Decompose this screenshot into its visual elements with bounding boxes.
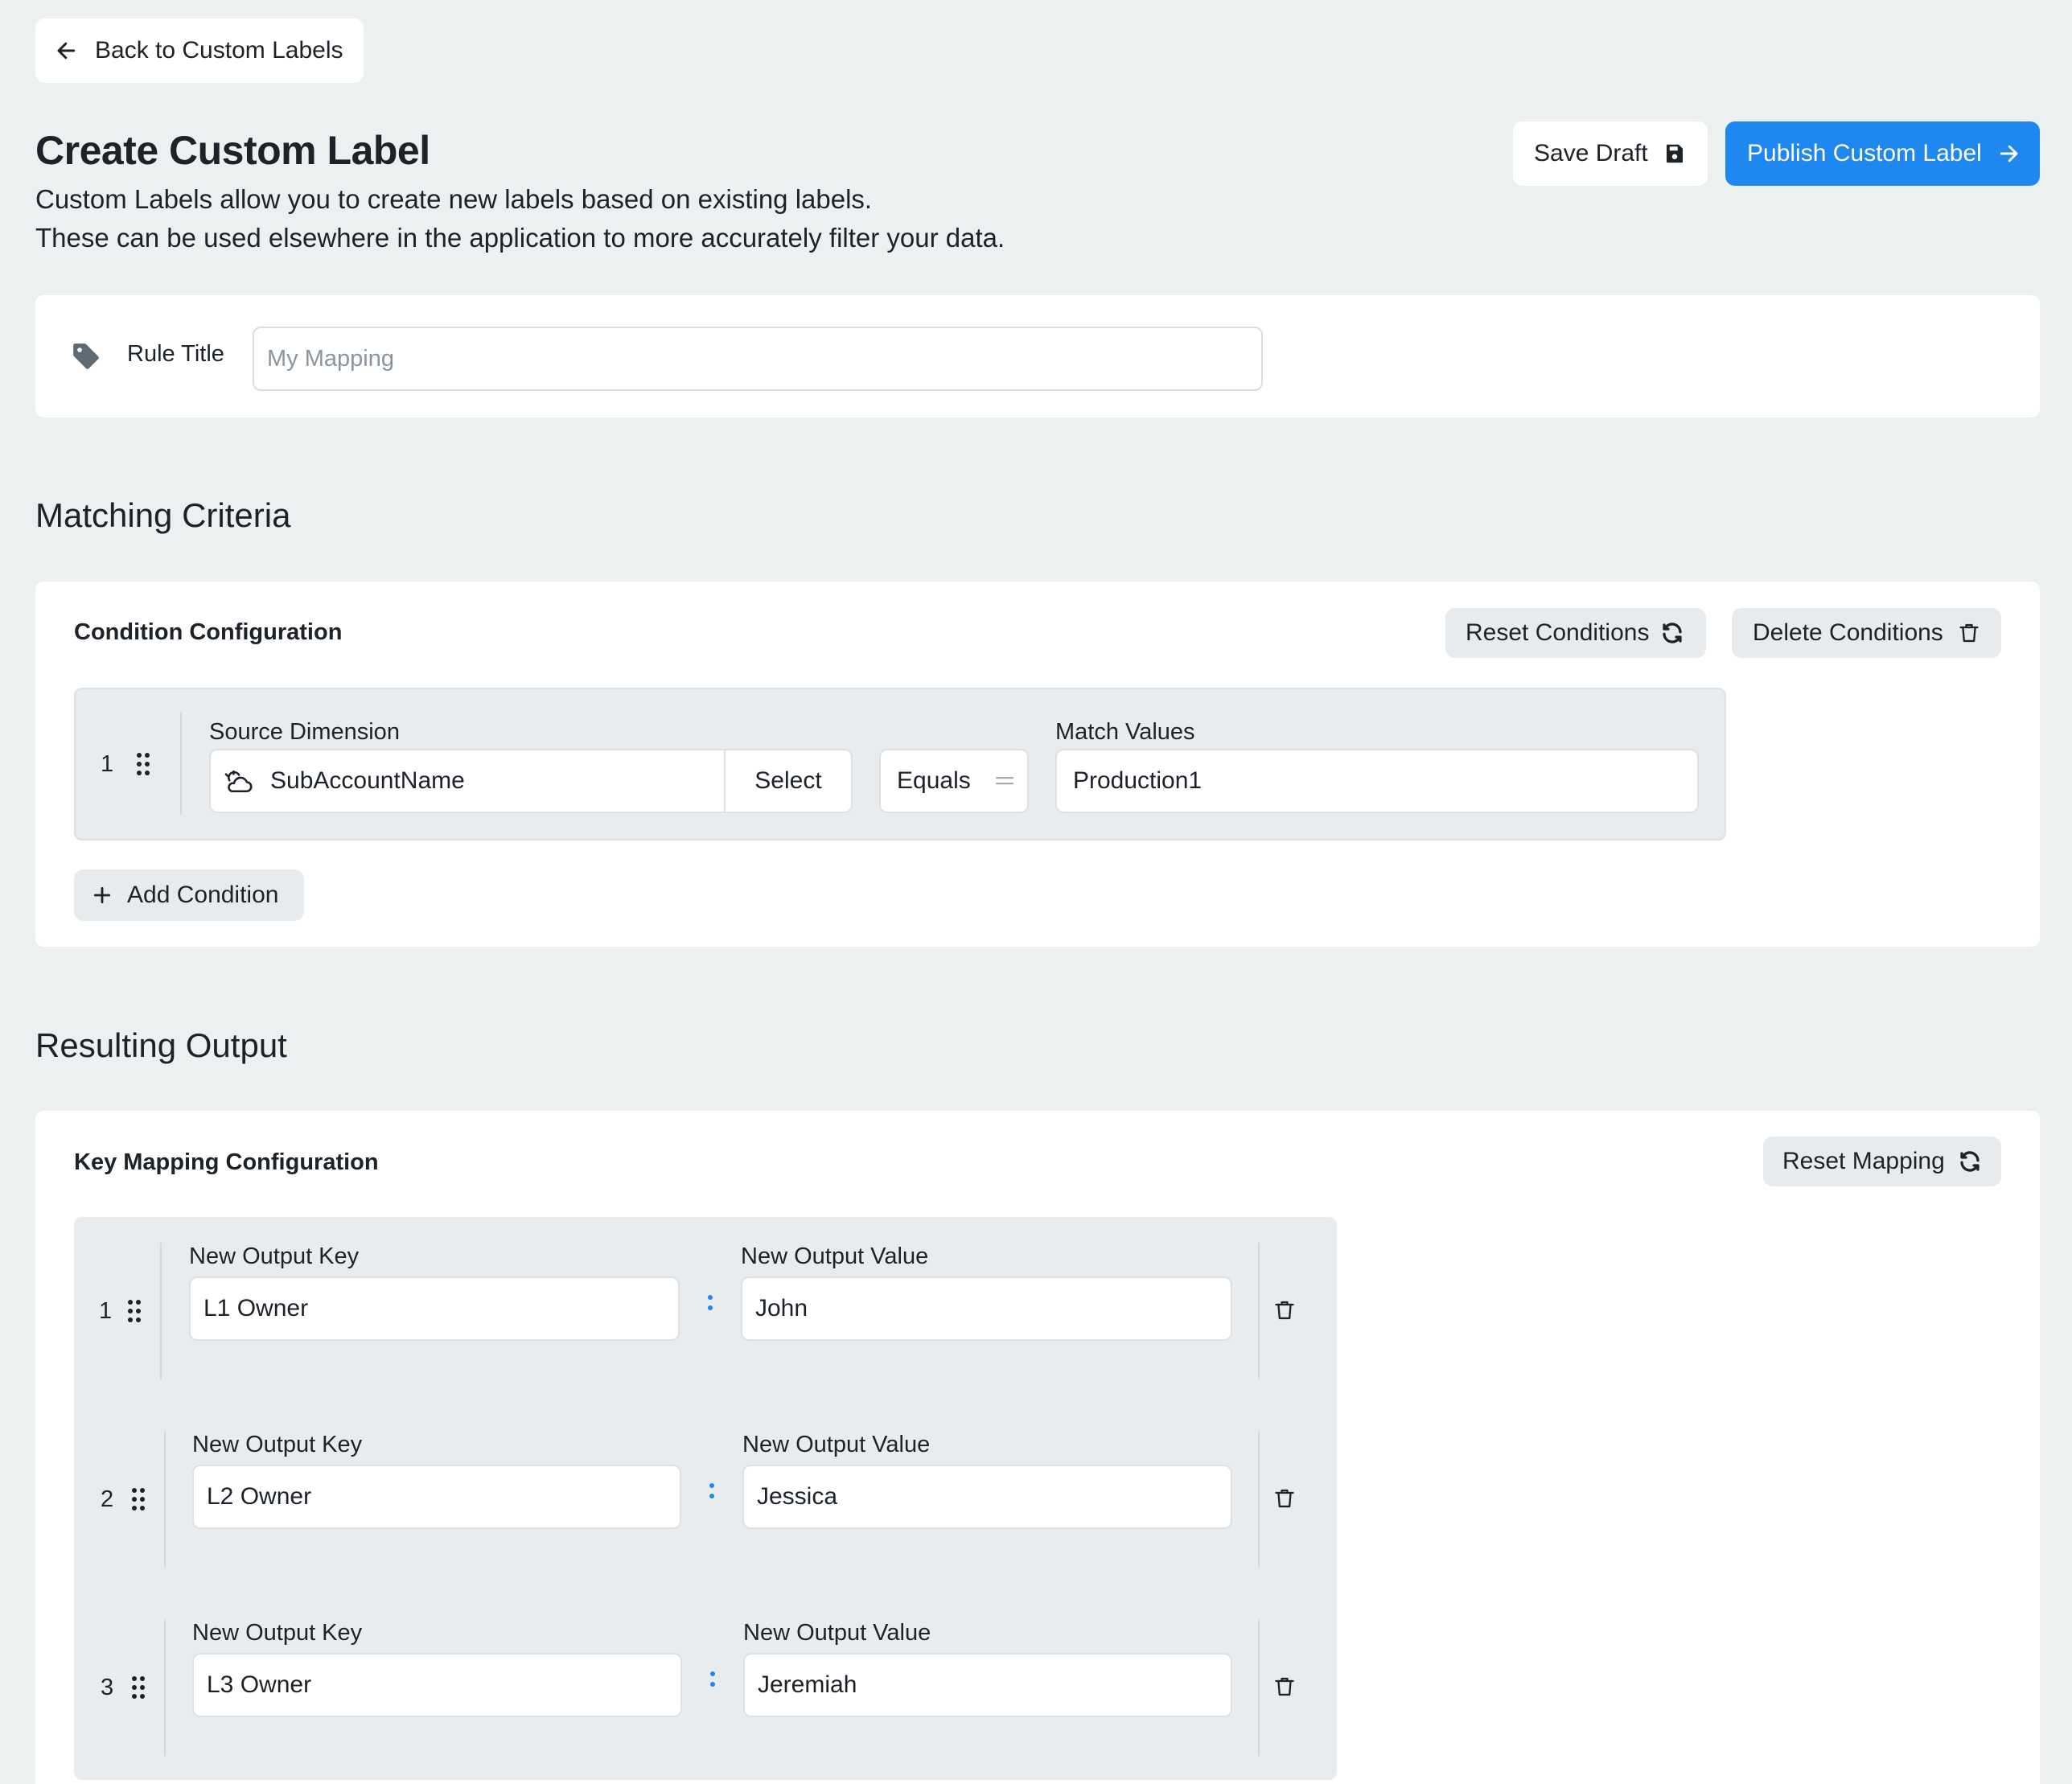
matching-criteria-heading: Matching Criteria [35,496,291,534]
drag-handle-icon[interactable] [130,1487,146,1511]
row-divider [1258,1243,1260,1379]
match-values-value: Production1 [1073,767,1202,794]
key-value-separator [708,1295,713,1310]
floppy-disk-icon [1666,144,1683,163]
match-values-label: Match Values [1055,719,1195,745]
refresh-icon [1663,623,1683,643]
output-key-label: New Output Key [189,1243,360,1269]
save-draft-label: Save Draft [1534,140,1648,166]
output-value-label: New Output Value [741,1243,929,1269]
row-divider [1258,1619,1260,1756]
page-description-line-2: These can be used elsewhere in the appli… [35,223,1005,253]
reset-conditions-label: Reset Conditions [1466,619,1650,646]
page-title: Create Custom Label [35,128,430,173]
page-description-line-1: Custom Labels allow you to create new la… [35,184,873,214]
trash-icon[interactable] [1273,1297,1296,1324]
drag-handle-icon[interactable] [130,1675,146,1700]
output-key-value: L1 Owner [204,1295,309,1322]
save-draft-button[interactable]: Save Draft [1513,121,1708,186]
output-key-value: L3 Owner [207,1671,312,1698]
source-dimension-value: SubAccountName [270,767,465,794]
output-key-input[interactable]: L1 Owner [189,1276,680,1341]
back-button-label: Back to Custom Labels [95,37,343,64]
plus-icon [93,886,111,904]
equals-icon [996,777,1013,785]
arrow-right-icon [2000,145,2018,162]
mapping-row-number: 1 [99,1298,113,1324]
key-value-separator [709,1483,714,1498]
output-key-input[interactable]: L2 Owner [192,1465,681,1529]
condition-configuration-title: Condition Configuration [74,619,343,645]
tag-icon [73,343,99,369]
arrow-left-icon [57,42,76,60]
refresh-icon [1960,1151,1980,1172]
trash-icon[interactable] [1273,1673,1296,1700]
output-value-input[interactable]: John [741,1276,1232,1341]
add-condition-button[interactable]: Add Condition [74,869,304,921]
row-divider [160,1243,162,1379]
output-key-input[interactable]: L3 Owner [192,1653,682,1717]
key-value-separator [710,1671,715,1687]
row-divider [180,712,182,815]
output-key-label: New Output Key [192,1620,363,1646]
resulting-output-heading: Resulting Output [35,1026,287,1064]
condition-row-number: 1 [101,751,114,777]
cloud-icon [224,770,253,793]
row-divider [164,1431,166,1568]
match-values-input[interactable]: Production1 [1055,749,1699,813]
key-mapping-configuration-title: Key Mapping Configuration [74,1149,379,1175]
output-value-label: New Output Value [743,1620,931,1646]
row-divider [1258,1431,1260,1568]
delete-conditions-label: Delete Conditions [1753,619,1943,646]
trash-icon[interactable] [1273,1485,1296,1512]
rule-title-input[interactable] [253,327,1263,391]
drag-handle-icon[interactable] [126,1299,142,1323]
output-value-value: Jeremiah [758,1671,857,1698]
output-value-label: New Output Value [742,1432,931,1457]
operator-select[interactable]: Equals [879,749,1029,813]
select-button[interactable]: Select [726,767,851,795]
operator-value: Equals [897,767,971,794]
reset-mapping-label: Reset Mapping [1782,1148,1945,1174]
row-divider [164,1619,166,1756]
output-value-input[interactable]: Jessica [742,1465,1232,1529]
trash-icon [1959,623,1979,643]
rule-title-label: Rule Title [127,341,224,367]
add-condition-label: Add Condition [127,882,279,908]
back-to-custom-labels-button[interactable]: Back to Custom Labels [35,18,364,83]
output-value-value: Jessica [757,1483,838,1510]
reset-mapping-button[interactable]: Reset Mapping [1763,1137,2001,1186]
source-dimension-field[interactable]: SubAccountName Select [209,749,853,813]
output-value-input[interactable]: Jeremiah [743,1653,1232,1717]
reset-conditions-button[interactable]: Reset Conditions [1445,608,1706,658]
source-dimension-label: Source Dimension [209,719,400,745]
publish-label: Publish Custom Label [1747,140,1982,166]
mapping-row-number: 3 [101,1675,114,1700]
delete-conditions-button[interactable]: Delete Conditions [1732,608,2001,658]
mapping-row-number: 2 [101,1486,114,1512]
publish-custom-label-button[interactable]: Publish Custom Label [1725,121,2040,186]
page-description: Custom Labels allow you to create new la… [35,180,1005,257]
drag-handle-icon[interactable] [135,752,151,776]
output-key-label: New Output Key [192,1432,363,1457]
output-key-value: L2 Owner [207,1483,312,1510]
output-value-value: John [755,1295,808,1322]
